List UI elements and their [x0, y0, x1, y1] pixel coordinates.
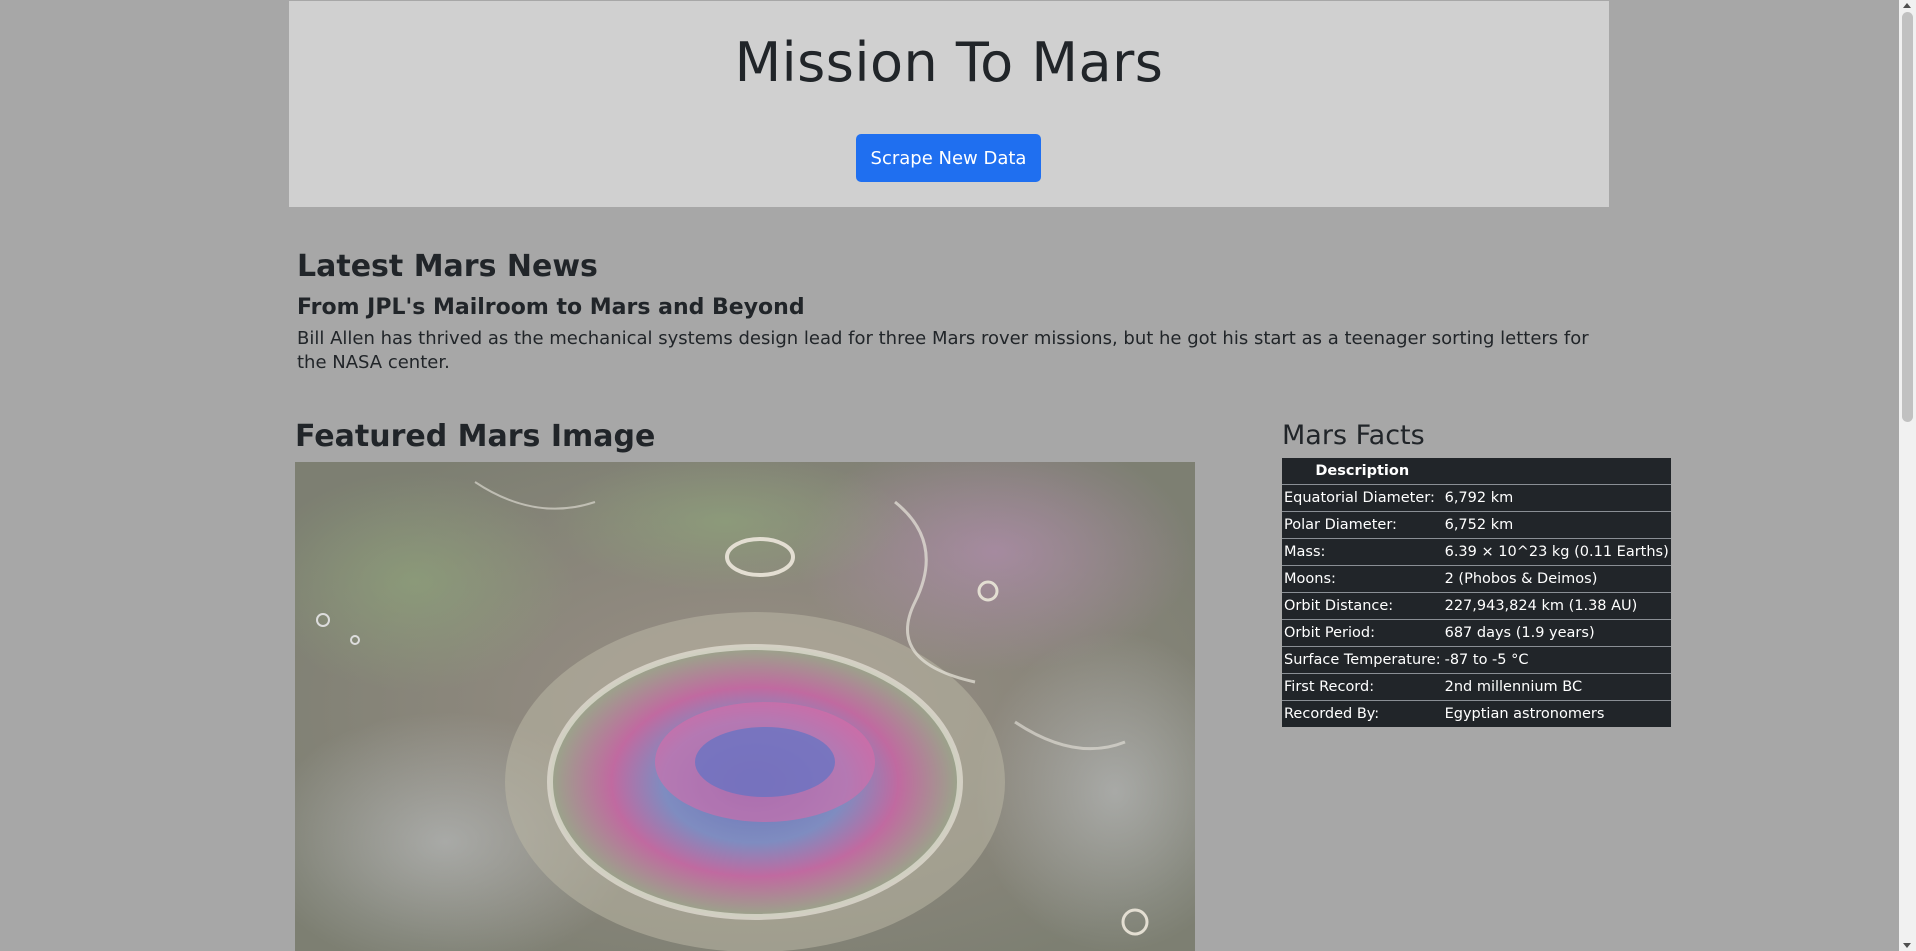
- table-row: Orbit Period: 687 days (1.9 years): [1282, 619, 1671, 647]
- table-header-description: Description: [1315, 463, 1410, 479]
- fact-value: Egyptian astronomers: [1442, 700, 1671, 727]
- featured-mars-image: [295, 462, 1195, 951]
- table-header-empty: [1443, 458, 1671, 485]
- fact-label: Moons:: [1282, 565, 1443, 593]
- mars-facts-table: Description Equatorial Diameter: 6,792 km…: [1282, 458, 1671, 727]
- news-teaser: Bill Allen has thrived as the mechanical…: [297, 328, 1589, 373]
- scroll-up-arrow-icon[interactable]: [1903, 3, 1911, 8]
- fact-label: Surface Temperature:: [1282, 646, 1443, 674]
- fact-label: Mass:: [1282, 538, 1443, 566]
- vertical-scrollbar[interactable]: [1899, 0, 1916, 951]
- fact-label: Orbit Period:: [1282, 619, 1443, 647]
- scrollbar-thumb[interactable]: [1902, 12, 1913, 422]
- jumbotron-header: Mission To Mars Scrape New Data: [289, 1, 1609, 207]
- mars-facts-title: Mars Facts: [1282, 420, 1425, 451]
- fact-label: Polar Diameter:: [1282, 511, 1443, 539]
- scroll-down-arrow-icon[interactable]: [1903, 943, 1911, 948]
- table-row: Recorded By: Egyptian astronomers: [1282, 700, 1671, 727]
- scrape-new-data-button[interactable]: Scrape New Data: [856, 134, 1041, 182]
- page-title: Mission To Mars: [734, 31, 1164, 94]
- table-row: First Record: 2nd millennium BC: [1282, 673, 1671, 701]
- mars-crater-image: [295, 462, 1195, 951]
- mars-facts-section: Mars Facts Description Equatorial Diamet…: [1282, 418, 1671, 727]
- news-section-title: Latest Mars News: [297, 249, 598, 284]
- fact-label: First Record:: [1282, 673, 1443, 701]
- fact-value: 227,943,824 km (1.38 AU): [1442, 592, 1671, 620]
- fact-value: 6,792 km: [1442, 484, 1671, 512]
- fact-value: -87 to -5 °C: [1442, 646, 1671, 674]
- featured-image-section: Featured Mars Image: [295, 416, 655, 458]
- news-section: Latest Mars News From JPL's Mailroom to …: [297, 246, 1617, 375]
- fact-value: 2 (Phobos & Deimos): [1442, 565, 1671, 593]
- fact-value: 6,752 km: [1442, 511, 1671, 539]
- table-row: Moons: 2 (Phobos & Deimos): [1282, 565, 1671, 593]
- fact-label: Orbit Distance:: [1282, 592, 1443, 620]
- featured-image-title: Featured Mars Image: [295, 419, 656, 454]
- fact-value: 6.39 × 10^23 kg (0.11 Earths): [1442, 538, 1671, 566]
- table-row: Surface Temperature: -87 to -5 °C: [1282, 646, 1671, 674]
- table-row: Polar Diameter: 6,752 km: [1282, 511, 1671, 539]
- fact-value: 687 days (1.9 years): [1442, 619, 1671, 647]
- fact-label: Equatorial Diameter:: [1282, 484, 1443, 512]
- table-row: Equatorial Diameter: 6,792 km: [1282, 484, 1671, 512]
- news-headline: From JPL's Mailroom to Mars and Beyond: [297, 295, 805, 320]
- fact-label: Recorded By:: [1282, 700, 1443, 727]
- table-row: Mass: 6.39 × 10^23 kg (0.11 Earths): [1282, 538, 1671, 566]
- table-row: Orbit Distance: 227,943,824 km (1.38 AU): [1282, 592, 1671, 620]
- fact-value: 2nd millennium BC: [1442, 673, 1671, 701]
